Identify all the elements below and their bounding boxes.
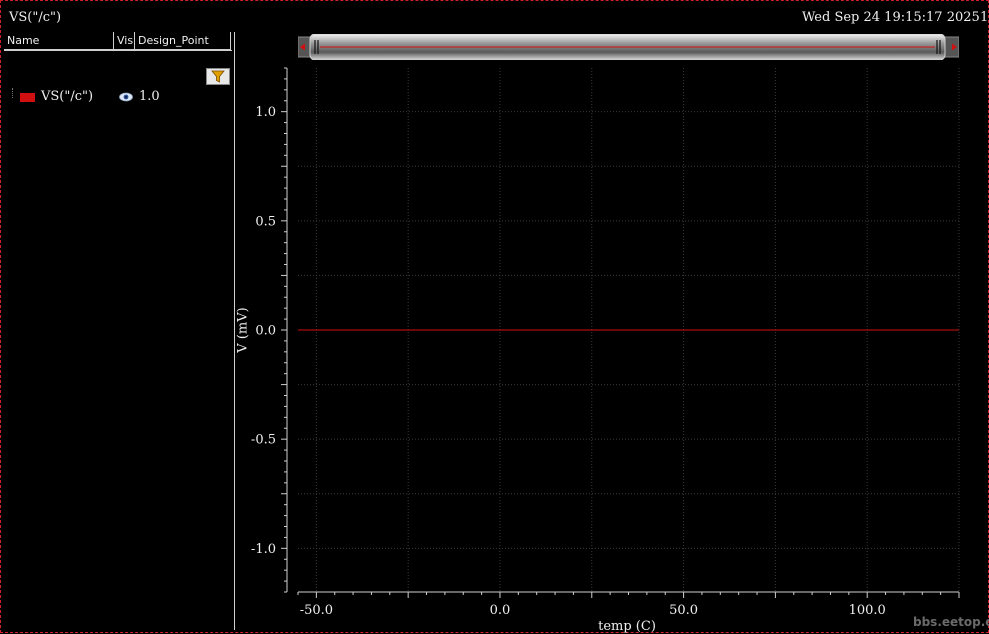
- x-tick-label: 0.0: [490, 603, 511, 618]
- x-tick-label: -50.0: [300, 603, 333, 618]
- y-tick-label: 0.5: [255, 214, 276, 229]
- timestamp: Wed Sep 24 19:15:17 2025: [802, 10, 980, 25]
- y-tick-label: 1.0: [255, 105, 276, 120]
- column-header-vis[interactable]: Vis: [113, 32, 135, 50]
- x-tick-label: 100.0: [849, 603, 886, 618]
- window-title: VS("/c"): [9, 10, 62, 25]
- y-tick-label: -1.0: [251, 542, 276, 557]
- filter-icon: [211, 70, 225, 83]
- y-tick-label: 0.0: [255, 324, 276, 339]
- column-header-name[interactable]: Name: [4, 32, 114, 50]
- trace-color-swatch[interactable]: [20, 93, 35, 102]
- watermark: bbs.eetop.cn: [913, 615, 989, 629]
- eye-icon[interactable]: [119, 92, 133, 102]
- plot-grid: [298, 68, 960, 592]
- trace-design-point: 1.0: [139, 89, 160, 104]
- zoom-scrollbar[interactable]: [298, 34, 959, 60]
- tree-connector: [12, 88, 14, 98]
- x-tick-label: 50.0: [669, 603, 698, 618]
- timestamp-overflow: 1: [980, 10, 989, 25]
- y-tick-label: -0.5: [251, 433, 276, 448]
- header-divider: [4, 50, 232, 51]
- y-axis-label: V (mV): [235, 307, 251, 353]
- trace-row[interactable]: VS("/c") 1.0: [10, 88, 230, 106]
- filter-button[interactable]: [206, 68, 230, 85]
- column-header-design-point[interactable]: Design_Point: [134, 32, 231, 50]
- trace-name: VS("/c"): [41, 89, 94, 104]
- plot-axes: [286, 68, 959, 593]
- x-axis-label: temp (C): [598, 619, 656, 634]
- plot-ticks: 1.0 0.5 0.0 -0.5 -1.0 -50.0 0.0 50.0 100.0: [251, 67, 960, 618]
